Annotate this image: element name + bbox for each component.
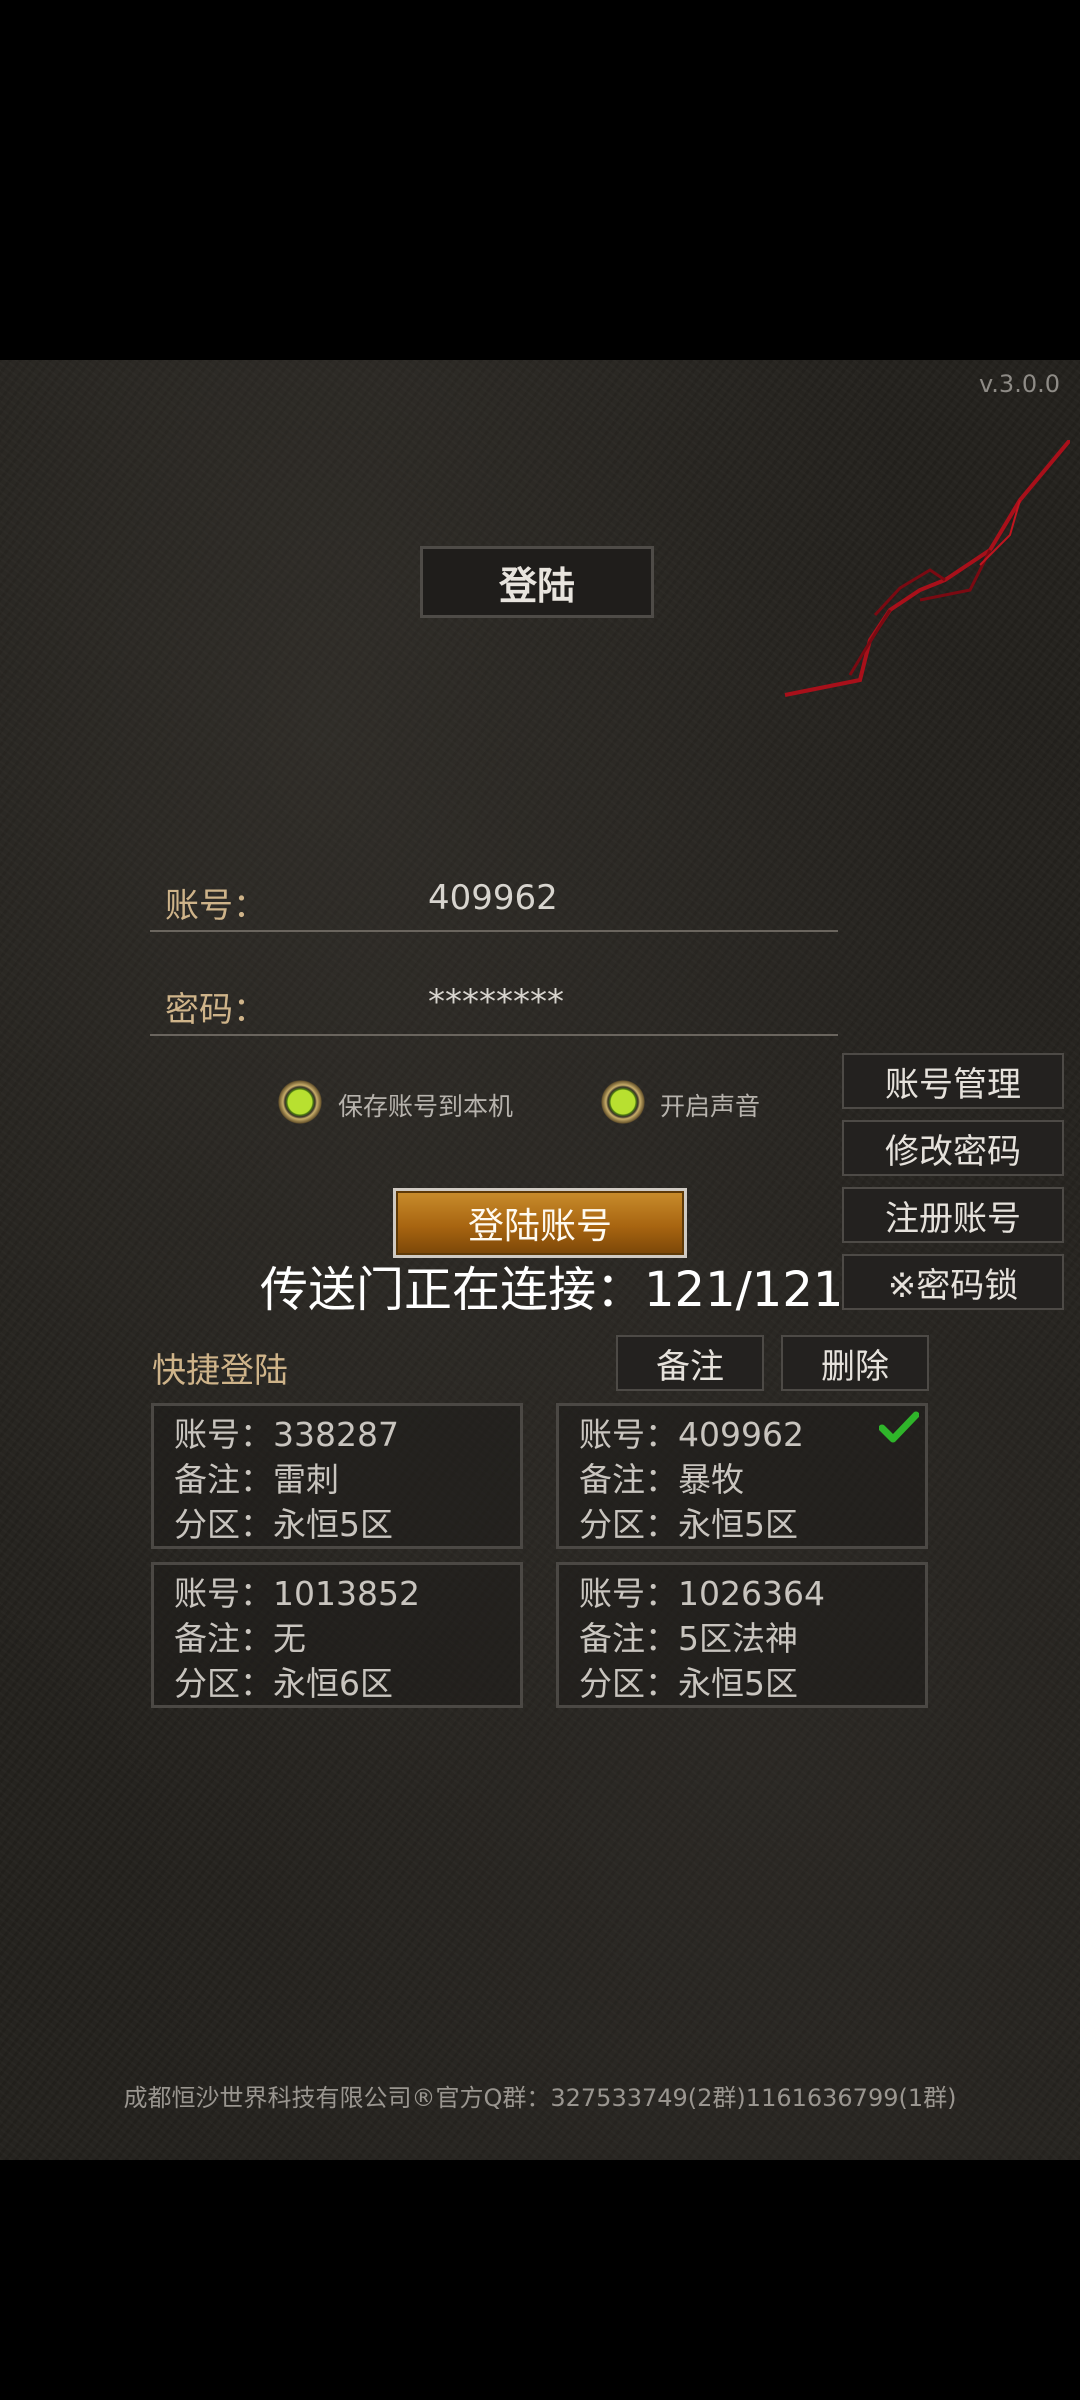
card-note: 备注：5区法神 [579, 1619, 798, 1658]
card-zone: 分区：永恒5区 [174, 1505, 393, 1544]
card-account: 账号：1013852 [174, 1574, 420, 1613]
account-manage-button[interactable]: 账号管理 [842, 1053, 1064, 1109]
quick-login-title: 快捷登陆 [152, 1351, 288, 1391]
card-note: 备注：雷刺 [174, 1460, 339, 1499]
save-account-radio[interactable] [278, 1080, 322, 1124]
card-note: 备注：无 [174, 1619, 306, 1658]
card-note: 备注：暴牧 [579, 1460, 744, 1499]
password-input[interactable]: ******** [428, 982, 564, 1022]
register-account-button[interactable]: 注册账号 [842, 1187, 1064, 1243]
quick-login-card-selected[interactable]: 账号：409962 备注：暴牧 分区：永恒5区 [556, 1403, 928, 1549]
sound-label: 开启声音 [660, 1092, 761, 1121]
quick-login-card[interactable]: 账号：338287 备注：雷刺 分区：永恒5区 [151, 1403, 523, 1549]
login-button[interactable]: 登陆账号 [393, 1188, 687, 1258]
card-zone: 分区：永恒5区 [579, 1664, 798, 1703]
sound-radio[interactable] [601, 1080, 645, 1124]
card-zone: 分区：永恒6区 [174, 1664, 393, 1703]
page-title: 登陆 [420, 546, 654, 618]
card-zone: 分区：永恒5区 [579, 1505, 798, 1544]
password-lock-button[interactable]: ※密码锁 [842, 1254, 1064, 1310]
version-label: v.3.0.0 [978, 370, 1060, 398]
card-account: 账号：1026364 [579, 1574, 825, 1613]
card-account: 账号：338287 [174, 1415, 399, 1454]
account-underline [150, 930, 838, 932]
connection-status: 传送门正在连接：121/121 [260, 1262, 844, 1318]
password-label: 密码： [165, 990, 267, 1030]
checkmark-icon [879, 1411, 919, 1443]
blood-crack-decoration [784, 440, 1070, 697]
delete-button[interactable]: 删除 [781, 1335, 929, 1391]
note-button[interactable]: 备注 [616, 1335, 764, 1391]
card-account: 账号：409962 [579, 1415, 804, 1454]
quick-login-card[interactable]: 账号：1013852 备注：无 分区：永恒6区 [151, 1562, 523, 1708]
save-account-label: 保存账号到本机 [338, 1092, 514, 1121]
footer-copyright: 成都恒沙世界科技有限公司®官方Q群：327533749(2群)116163679… [123, 2084, 957, 2112]
account-label: 账号： [165, 886, 267, 926]
account-input[interactable]: 409962 [428, 878, 558, 918]
quick-login-card[interactable]: 账号：1026364 备注：5区法神 分区：永恒5区 [556, 1562, 928, 1708]
change-password-button[interactable]: 修改密码 [842, 1120, 1064, 1176]
game-screen: v.3.0.0 登陆 账号： 409962 密码： ******** 保存账号到… [0, 360, 1080, 2160]
password-underline [150, 1034, 838, 1036]
